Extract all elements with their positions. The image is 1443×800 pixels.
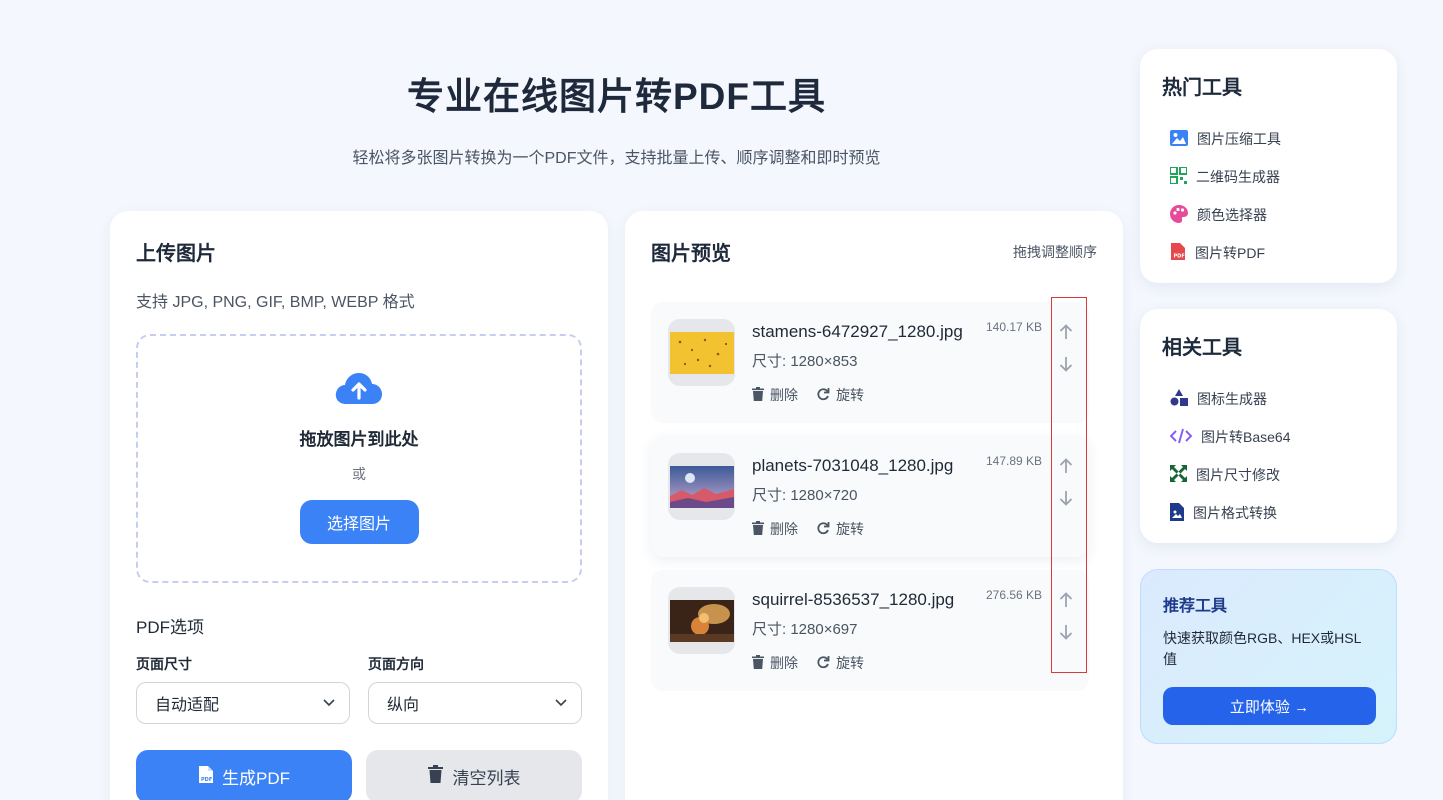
- recommend-title: 推荐工具: [1163, 598, 1228, 615]
- rotate-button[interactable]: 旋转: [816, 653, 864, 673]
- page-size-select[interactable]: 自动适配: [136, 682, 350, 724]
- dropzone[interactable]: 拖放图片到此处 或 选择图片: [136, 334, 582, 583]
- delete-button[interactable]: 删除: [752, 519, 798, 539]
- image-dimensions: 尺寸: 1280×720: [752, 487, 858, 504]
- tool-link-image-resize[interactable]: 图片尺寸修改: [1162, 456, 1375, 494]
- chevron-down-icon: [555, 694, 567, 712]
- shapes-icon: [1170, 389, 1188, 409]
- image-dimensions: 尺寸: 1280×697: [752, 621, 858, 638]
- tool-link-image-format[interactable]: 图片格式转换: [1162, 494, 1375, 532]
- pdf-options-label: PDF选项: [136, 618, 204, 637]
- page-title: 专业在线图片转PDF工具: [407, 76, 826, 117]
- pdf-file-icon: PDF: [1170, 242, 1186, 264]
- list-item[interactable]: stamens-6472927_1280.jpg 尺寸: 1280×853 删除…: [651, 302, 1089, 423]
- recommend-card: 推荐工具 快速获取颜色RGB、HEX或HSL值 立即体验 →: [1140, 569, 1397, 744]
- hot-tools-card: 热门工具 图片压缩工具 二维码生成器 颜色选择器 PDF 图片转PDF: [1140, 49, 1397, 283]
- svg-text:PDF: PDF: [201, 777, 212, 783]
- qrcode-icon: [1169, 166, 1188, 187]
- hot-tools-title: 热门工具: [1162, 77, 1242, 99]
- orientation-value: 纵向: [387, 697, 420, 714]
- rotate-icon: [816, 521, 830, 538]
- tool-link-image-compress[interactable]: 图片压缩工具: [1162, 120, 1375, 158]
- file-size: 140.17 KB: [986, 320, 1043, 334]
- try-now-button[interactable]: 立即体验 →: [1163, 687, 1376, 725]
- trash-icon: [752, 654, 764, 672]
- upload-card: 上传图片 支持 JPG, PNG, GIF, BMP, WEBP 格式 拖放图片…: [110, 211, 608, 800]
- file-name: stamens-6472927_1280.jpg: [752, 322, 963, 341]
- highlight-box: [1051, 297, 1087, 673]
- orientation-label: 页面方向: [368, 656, 424, 672]
- file-name: squirrel-8536537_1280.jpg: [752, 590, 955, 609]
- delete-button[interactable]: 删除: [752, 385, 798, 405]
- chevron-down-icon: [323, 694, 335, 712]
- tool-link-image-to-pdf[interactable]: PDF 图片转PDF: [1162, 234, 1375, 272]
- file-size: 147.89 KB: [986, 454, 1043, 468]
- tool-link-qrcode[interactable]: 二维码生成器: [1162, 158, 1375, 196]
- palette-icon: [1170, 204, 1188, 226]
- reorder-hint: 拖拽调整顺序: [1013, 243, 1097, 260]
- resize-icon: [1170, 465, 1187, 485]
- drop-text: 拖放图片到此处: [299, 430, 419, 449]
- rotate-icon: [816, 655, 830, 672]
- thumbnail: [668, 319, 735, 386]
- svg-text:PDF: PDF: [1174, 254, 1185, 260]
- image-file-icon: [1170, 502, 1184, 524]
- supported-formats: 支持 JPG, PNG, GIF, BMP, WEBP 格式: [136, 294, 415, 311]
- file-name: planets-7031048_1280.jpg: [752, 456, 954, 475]
- related-tools-card: 相关工具 图标生成器 图片转Base64 图片尺寸修改 图片格式转换: [1140, 309, 1397, 543]
- image-icon: [1170, 129, 1188, 149]
- list-item[interactable]: squirrel-8536537_1280.jpg 尺寸: 1280×697 删…: [651, 570, 1089, 691]
- page-size-label: 页面尺寸: [136, 656, 192, 672]
- clear-list-button[interactable]: 清空列表: [366, 750, 582, 800]
- trash-icon: [427, 765, 443, 788]
- generate-pdf-label: 生成PDF: [222, 769, 290, 788]
- cloud-upload-icon: [334, 370, 384, 411]
- clear-list-label: 清空列表: [452, 769, 521, 788]
- rotate-button[interactable]: 旋转: [816, 385, 864, 405]
- thumbnail: [668, 453, 735, 520]
- rotate-icon: [816, 387, 830, 404]
- pdf-file-icon: PDF: [198, 765, 214, 789]
- select-images-button[interactable]: 选择图片: [299, 500, 419, 544]
- recommend-desc: 快速获取颜色RGB、HEX或HSL值: [1163, 630, 1362, 667]
- or-text: 或: [352, 466, 366, 482]
- tool-link-color-picker[interactable]: 颜色选择器: [1162, 196, 1375, 234]
- image-list: stamens-6472927_1280.jpg 尺寸: 1280×853 删除…: [651, 302, 1097, 691]
- list-item[interactable]: planets-7031048_1280.jpg 尺寸: 1280×720 删除…: [651, 436, 1089, 557]
- preview-card: 图片预览 拖拽调整顺序 stamens-6472927_1280.jpg 尺寸:…: [625, 211, 1123, 800]
- file-size: 276.56 KB: [986, 588, 1043, 602]
- trash-icon: [752, 386, 764, 404]
- tool-link-icon-generator[interactable]: 图标生成器: [1162, 380, 1375, 418]
- delete-button[interactable]: 删除: [752, 653, 798, 673]
- pdf-options: PDF选项 页面尺寸 自动适配 页面方向 纵向: [136, 613, 582, 724]
- page-size-value: 自动适配: [155, 697, 220, 714]
- hero: 专业在线图片转PDF工具 轻松将多张图片转换为一个PDF文件，支持批量上传、顺序…: [110, 66, 1123, 168]
- page-subtitle: 轻松将多张图片转换为一个PDF文件，支持批量上传、顺序调整和即时预览: [352, 150, 881, 167]
- generate-pdf-button[interactable]: PDF 生成PDF: [136, 750, 352, 800]
- upload-title: 上传图片: [136, 243, 216, 265]
- rotate-button[interactable]: 旋转: [816, 519, 864, 539]
- tool-link-image-to-base64[interactable]: 图片转Base64: [1162, 418, 1375, 456]
- orientation-select[interactable]: 纵向: [368, 682, 582, 724]
- thumbnail: [668, 587, 735, 654]
- preview-title: 图片预览: [651, 243, 731, 265]
- related-tools-title: 相关工具: [1162, 337, 1242, 359]
- image-dimensions: 尺寸: 1280×853: [752, 353, 858, 370]
- trash-icon: [752, 520, 764, 538]
- code-icon: [1169, 428, 1193, 447]
